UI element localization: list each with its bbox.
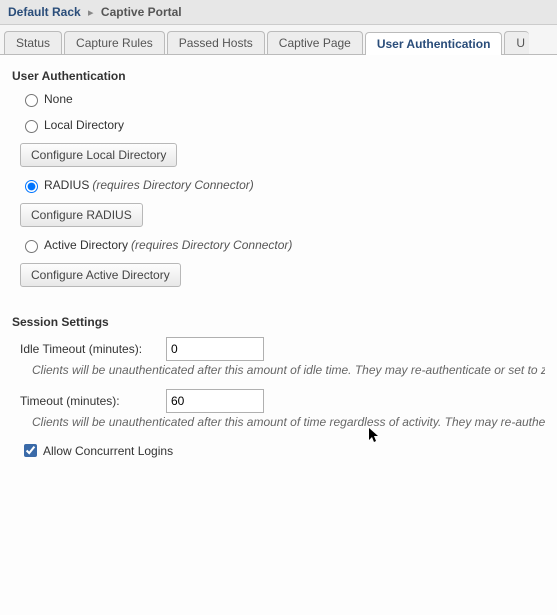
content-pane: User Authentication None Local Directory…	[0, 55, 557, 470]
auth-radius-row: RADIUS (requires Directory Connector)	[20, 177, 545, 193]
breadcrumb: Default Rack ▸ Captive Portal	[0, 0, 557, 25]
auth-ad-row: Active Directory (requires Directory Con…	[20, 237, 545, 253]
chevron-right-icon: ▸	[88, 7, 94, 19]
session-settings-title: Session Settings	[12, 315, 545, 329]
timeout-label: Timeout (minutes):	[20, 394, 166, 408]
auth-local-row: Local Directory	[20, 117, 545, 133]
auth-radius-hint: (requires Directory Connector)	[92, 178, 253, 192]
idle-timeout-label: Idle Timeout (minutes):	[20, 342, 166, 356]
tab-truncated[interactable]: U	[504, 31, 529, 54]
auth-local-radio[interactable]	[25, 120, 38, 133]
tab-user-authentication[interactable]: User Authentication	[365, 32, 503, 55]
idle-timeout-input[interactable]	[166, 337, 264, 361]
timeout-row: Timeout (minutes):	[20, 389, 545, 413]
breadcrumb-rack[interactable]: Default Rack	[8, 5, 81, 19]
auth-ad-hint: (requires Directory Connector)	[131, 238, 292, 252]
auth-radius-label: RADIUS	[44, 178, 89, 192]
user-authentication-title: User Authentication	[12, 69, 545, 83]
timeout-help: Clients will be unauthenticated after th…	[32, 415, 545, 429]
breadcrumb-portal: Captive Portal	[101, 5, 182, 19]
allow-concurrent-label: Allow Concurrent Logins	[43, 444, 173, 458]
auth-none-row: None	[20, 91, 545, 107]
auth-none-radio[interactable]	[25, 94, 38, 107]
idle-timeout-row: Idle Timeout (minutes):	[20, 337, 545, 361]
auth-ad-radio[interactable]	[25, 240, 38, 253]
tab-bar: Status Capture Rules Passed Hosts Captiv…	[0, 25, 557, 55]
configure-local-directory-button[interactable]: Configure Local Directory	[20, 143, 177, 167]
tab-captive-page[interactable]: Captive Page	[267, 31, 363, 54]
configure-active-directory-button[interactable]: Configure Active Directory	[20, 263, 181, 287]
configure-radius-button[interactable]: Configure RADIUS	[20, 203, 143, 227]
tab-status[interactable]: Status	[4, 31, 62, 54]
auth-none-label: None	[44, 92, 73, 106]
auth-radius-radio[interactable]	[25, 180, 38, 193]
tab-passed-hosts[interactable]: Passed Hosts	[167, 31, 265, 54]
tab-capture-rules[interactable]: Capture Rules	[64, 31, 165, 54]
allow-concurrent-checkbox[interactable]	[24, 444, 37, 457]
allow-concurrent-row: Allow Concurrent Logins	[20, 441, 545, 460]
idle-timeout-help: Clients will be unauthenticated after th…	[32, 363, 545, 377]
auth-ad-label: Active Directory	[44, 238, 128, 252]
timeout-input[interactable]	[166, 389, 264, 413]
auth-local-label: Local Directory	[44, 118, 124, 132]
